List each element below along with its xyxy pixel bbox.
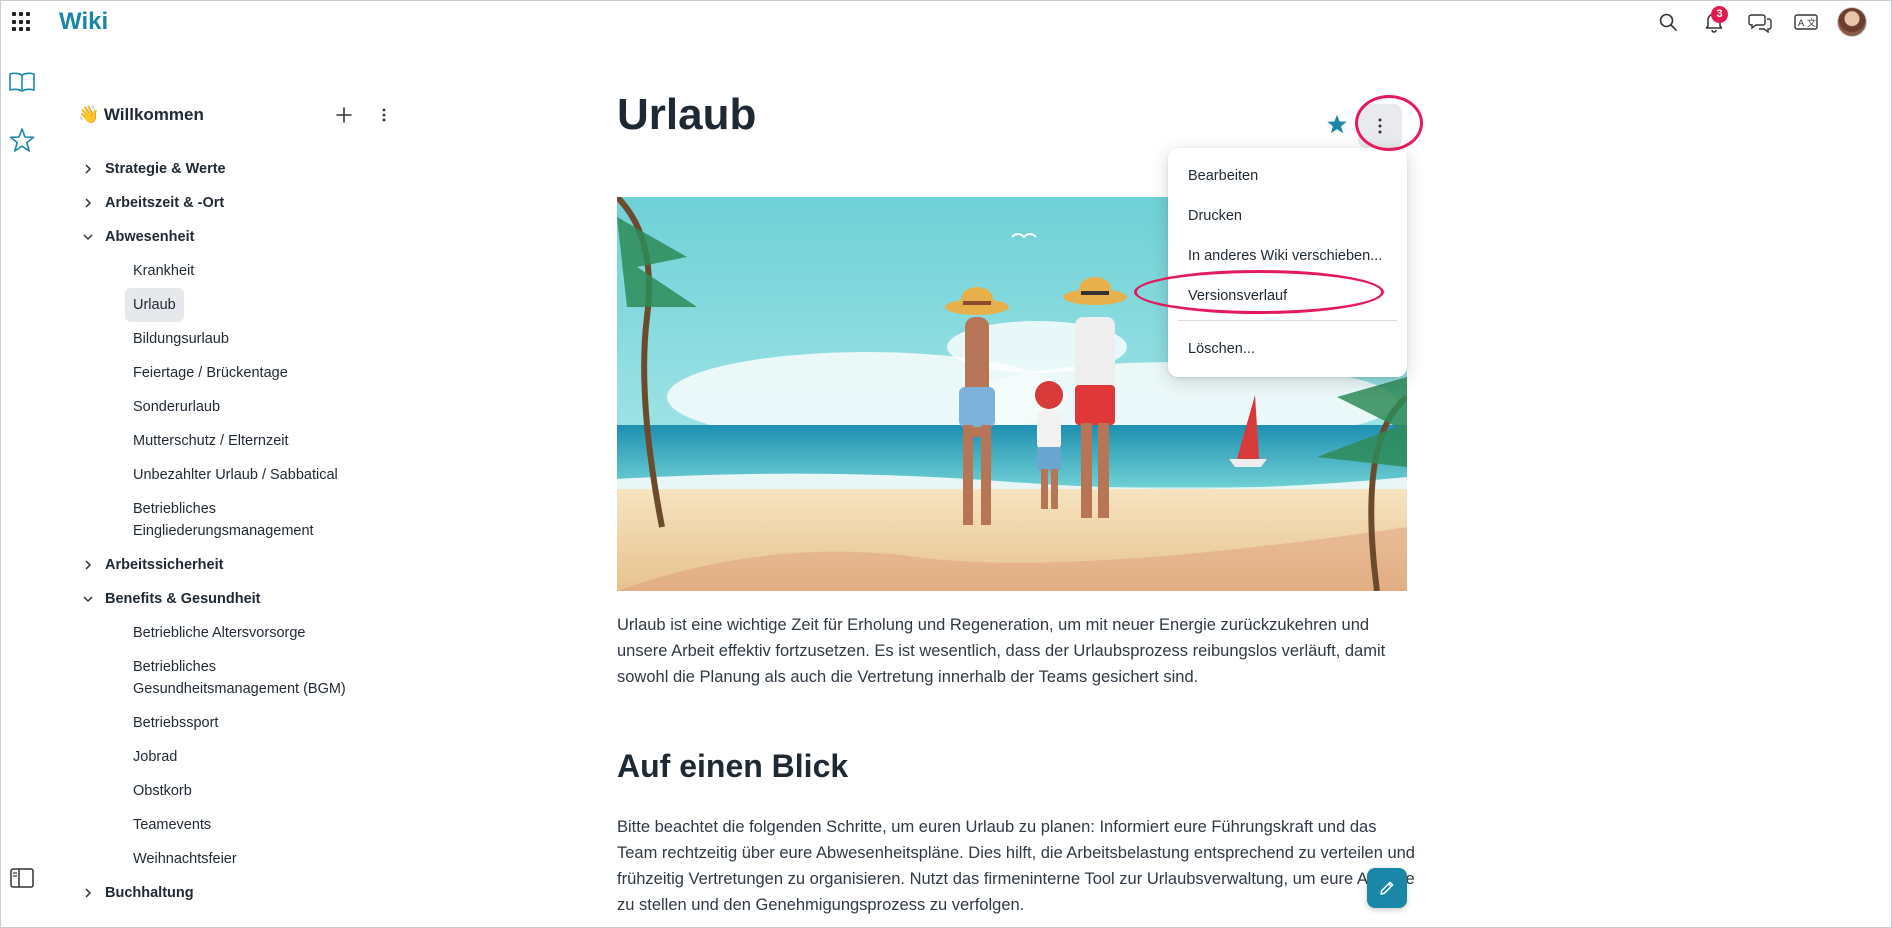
tree-item-bgm[interactable]: Betriebliches Gesundheitsmanagement (BGM… — [70, 650, 400, 706]
menu-item-edit[interactable]: Bearbeiten — [1168, 156, 1407, 196]
tree-item-betriebssport[interactable]: Betriebssport — [70, 706, 400, 740]
tree-root: 👋 Willkommen — [70, 98, 400, 132]
title-actions — [1326, 104, 1402, 148]
tree-item-buchhaltung[interactable]: Buchhaltung — [70, 876, 400, 910]
wave-emoji: 👋 — [78, 105, 100, 124]
tree-item-strategie[interactable]: Strategie & Werte — [70, 152, 400, 186]
avatar — [1837, 7, 1867, 37]
tree-item-arbeitszeit[interactable]: Arbeitszeit & -Ort — [70, 186, 400, 220]
root-more-button[interactable] — [368, 99, 400, 131]
tree-item-feiertage[interactable]: Feiertage / Brückentage — [70, 356, 400, 390]
tree-item-label: Weihnachtsfeier — [133, 851, 237, 867]
section-heading: Auf einen Blick — [617, 748, 849, 784]
tree-item-weihnachtsfeier[interactable]: Weihnachtsfeier — [70, 842, 400, 876]
tree-item-label: Unbezahlter Urlaub / Sabbatical — [133, 467, 338, 483]
tree-item-urlaub[interactable]: Urlaub — [70, 288, 400, 322]
tree-item-label: Arbeitszeit & -Ort — [105, 195, 225, 211]
chat-icon[interactable] — [1744, 6, 1776, 38]
chevron-right-icon[interactable] — [76, 191, 100, 215]
tree-item-mutterschutz[interactable]: Mutterschutz / Elternzeit — [70, 424, 400, 458]
book-icon[interactable] — [0, 60, 44, 104]
app-title[interactable]: Wiki — [59, 8, 108, 36]
kebab-icon — [1378, 118, 1382, 134]
tree-item-label: Bildungsurlaub — [133, 331, 229, 347]
menu-item-move[interactable]: In anderes Wiki verschieben... — [1168, 236, 1407, 276]
tree-item-bem[interactable]: Betriebliches Eingliederungsmanagement — [70, 492, 400, 548]
tree-item-label: Betriebliches Gesundheitsmanagement (BGM… — [133, 659, 346, 697]
tree-item-obstkorb[interactable]: Obstkorb — [70, 774, 400, 808]
tree-item-label: Buchhaltung — [105, 885, 194, 901]
pencil-icon — [1380, 881, 1394, 895]
tree-item-label: Krankheit — [133, 263, 195, 279]
page-header: Urlaub — [617, 90, 1407, 150]
tree-root-label[interactable]: 👋 Willkommen — [70, 105, 320, 125]
svg-text:A: A — [1798, 19, 1805, 29]
menu-item-version-history[interactable]: Versionsverlauf — [1168, 276, 1407, 316]
svg-text:文: 文 — [1807, 17, 1816, 29]
menu-item-print[interactable]: Drucken — [1168, 196, 1407, 236]
page-more-button[interactable] — [1358, 104, 1402, 148]
tree-item-krankheit[interactable]: Krankheit — [70, 254, 400, 288]
tree-item-arbeitssicherheit[interactable]: Arbeitssicherheit — [70, 548, 400, 582]
tree-root-title: Willkommen — [103, 105, 204, 124]
tree-item-altersvorsorge[interactable]: Betriebliche Altersvorsorge — [70, 616, 400, 650]
favorite-star-icon[interactable] — [1326, 113, 1348, 140]
tree-item-label: Betriebliche Altersvorsorge — [133, 625, 306, 641]
edit-button[interactable] — [1367, 868, 1407, 908]
add-page-button[interactable] — [328, 99, 360, 131]
tree-item-label: Teamevents — [133, 817, 212, 833]
tree-item-jobrad[interactable]: Jobrad — [70, 740, 400, 774]
intro-paragraph: Urlaub ist eine wichtige Zeit für Erholu… — [617, 616, 1386, 686]
chevron-right-icon[interactable] — [76, 553, 100, 577]
translate-icon[interactable]: A文 — [1790, 6, 1822, 38]
tree-item-bildungsurlaub[interactable]: Bildungsurlaub — [70, 322, 400, 356]
tree-item-label: Benefits & Gesundheit — [105, 591, 261, 607]
page-tree: Strategie & Werte Arbeitszeit & -Ort Abw… — [70, 152, 400, 910]
page-title: Urlaub — [617, 90, 757, 139]
page-actions-menu: Bearbeiten Drucken In anderes Wiki versc… — [1168, 148, 1407, 377]
tree-item-abwesenheit[interactable]: Abwesenheit — [70, 220, 400, 254]
star-icon[interactable] — [0, 118, 44, 162]
kebab-icon — [382, 108, 386, 122]
tree-item-label: Arbeitssicherheit — [105, 557, 224, 573]
tree-item-label: Feiertage / Brückentage — [133, 365, 288, 381]
top-bar: Wiki 3 A文 — [0, 0, 1892, 46]
search-icon[interactable] — [1652, 6, 1684, 38]
tree-item-teamevents[interactable]: Teamevents — [70, 808, 400, 842]
tree-item-label: Strategie & Werte — [105, 161, 226, 177]
tree-item-sonderurlaub[interactable]: Sonderurlaub — [70, 390, 400, 424]
section-paragraph: Bitte beachtet die folgenden Schritte, u… — [617, 818, 1415, 914]
tree-item-benefits[interactable]: Benefits & Gesundheit — [70, 582, 400, 616]
tree-item-label: Abwesenheit — [105, 229, 195, 245]
app-launcher-icon[interactable] — [10, 10, 34, 34]
tree-item-label: Betriebssport — [133, 715, 219, 731]
plus-icon — [336, 107, 352, 123]
tree-item-label: Mutterschutz / Elternzeit — [133, 433, 289, 449]
tree-item-label: Sonderurlaub — [133, 399, 221, 415]
tree-item-label: Urlaub — [125, 288, 184, 322]
menu-divider — [1178, 320, 1397, 321]
notifications-button[interactable]: 3 — [1698, 6, 1730, 38]
sidebar-toggle-icon[interactable] — [6, 862, 38, 894]
chevron-down-icon[interactable] — [76, 225, 100, 249]
left-rail — [0, 60, 44, 176]
user-avatar[interactable] — [1836, 6, 1868, 38]
tree-item-sabbatical[interactable]: Unbezahlter Urlaub / Sabbatical — [70, 458, 400, 492]
sidebar-tree: 👋 Willkommen Strategie & Werte Arbeitsze… — [70, 98, 400, 910]
tree-item-label: Jobrad — [133, 749, 178, 765]
notification-badge: 3 — [1711, 6, 1728, 23]
tree-item-label: Betriebliches Eingliederungsmanagement — [133, 501, 314, 539]
chevron-right-icon[interactable] — [76, 157, 100, 181]
tree-item-label: Obstkorb — [133, 783, 192, 799]
menu-item-delete[interactable]: Löschen... — [1168, 329, 1407, 369]
chevron-down-icon[interactable] — [76, 587, 100, 611]
chevron-right-icon[interactable] — [76, 881, 100, 905]
